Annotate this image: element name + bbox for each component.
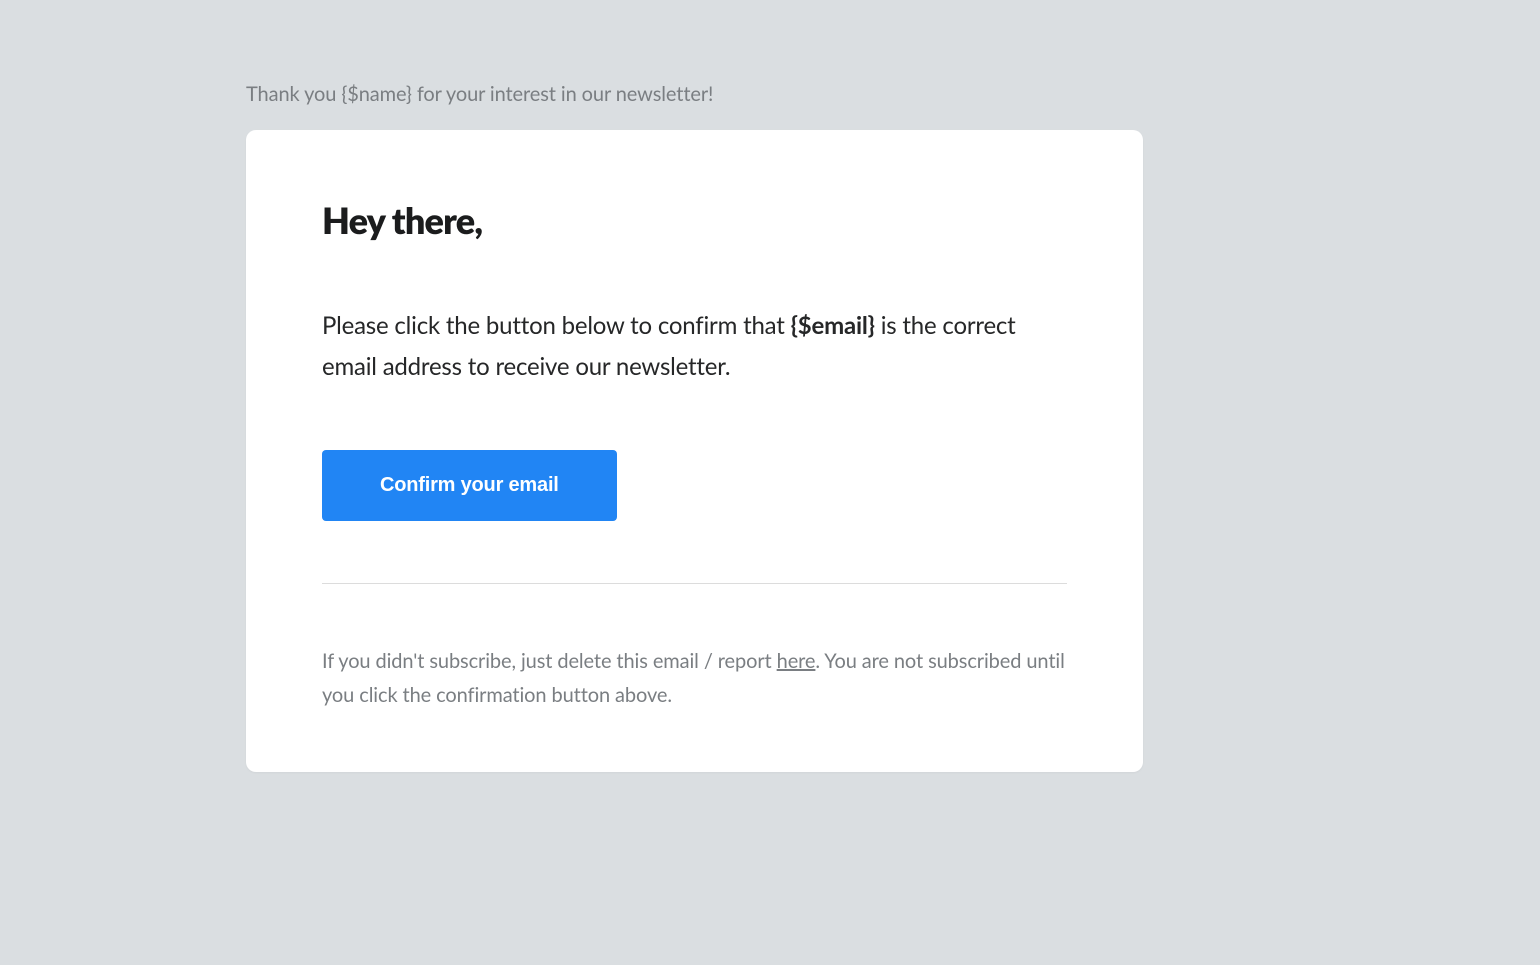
divider xyxy=(322,583,1067,584)
page-container: Thank you {$name} for your interest in o… xyxy=(0,0,1540,965)
body-paragraph: Please click the button below to confirm… xyxy=(322,306,1067,388)
email-placeholder: {$email} xyxy=(791,311,875,340)
footer-paragraph: If you didn't subscribe, just delete thi… xyxy=(322,644,1067,712)
greeting-heading: Hey there, xyxy=(322,198,1067,242)
footer-prefix: If you didn't subscribe, just delete thi… xyxy=(322,649,777,673)
confirm-email-button[interactable]: Confirm your email xyxy=(322,450,617,521)
pretext-line: Thank you {$name} for your interest in o… xyxy=(246,82,1540,106)
body-prefix: Please click the button below to confirm… xyxy=(322,311,791,340)
email-card: Hey there, Please click the button below… xyxy=(246,130,1143,772)
report-link[interactable]: here xyxy=(777,649,816,673)
